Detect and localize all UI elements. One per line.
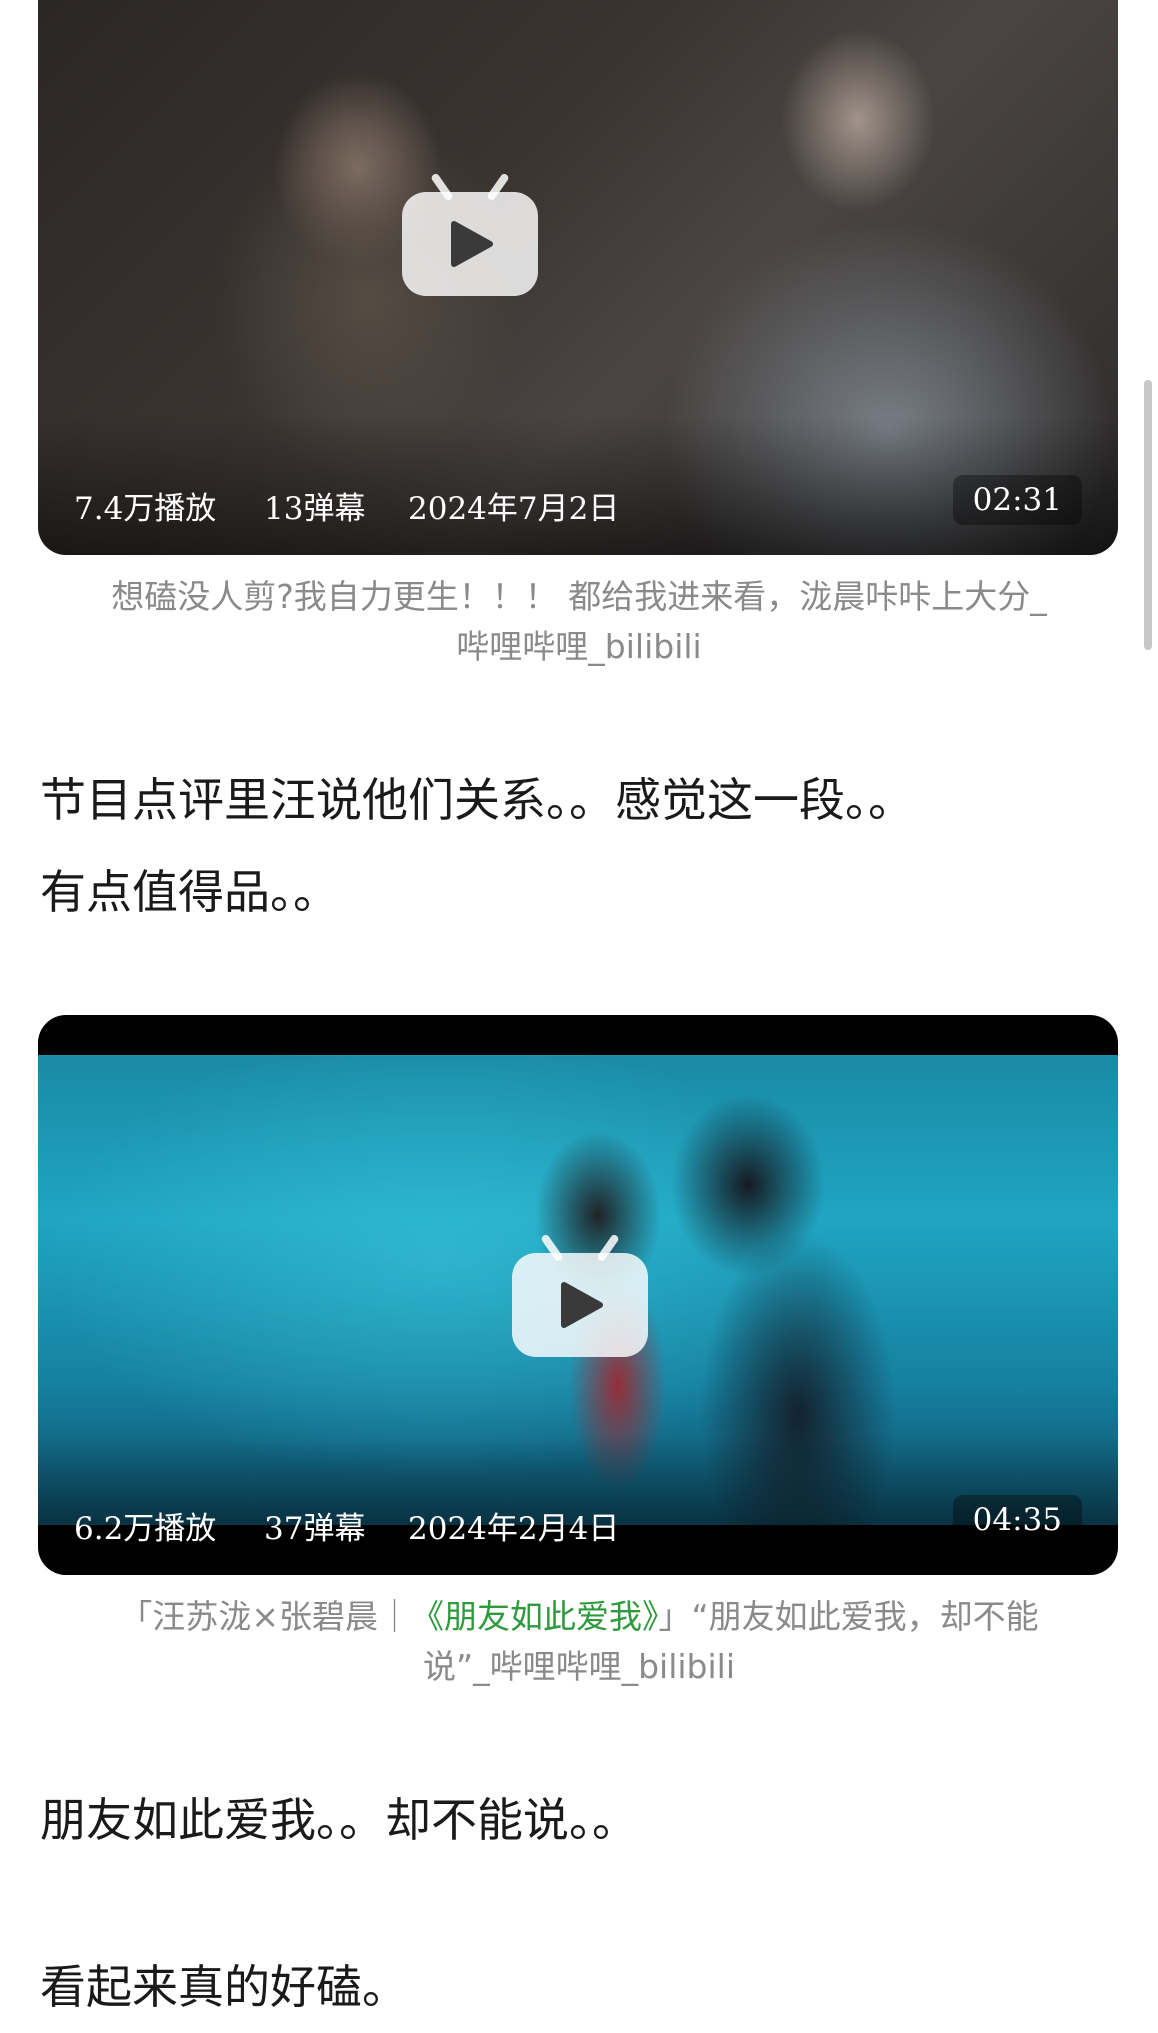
paragraph-line: 有点值得品。。 bbox=[40, 865, 339, 919]
publish-date: 2024年7月2日 bbox=[408, 491, 620, 527]
paragraph-line: 看起来真的好磕。 bbox=[40, 1960, 408, 2014]
danmaku-count: 37弹幕 bbox=[264, 1511, 366, 1547]
video-meta-row: 7.4万播放 13弹幕 2024年7月2日 02:31 bbox=[38, 475, 1118, 527]
play-triangle-icon bbox=[561, 1282, 603, 1328]
paragraph-line: 朋友如此爱我。。却不能说。。 bbox=[40, 1793, 638, 1847]
view-count: 7.4万播放 bbox=[74, 491, 217, 527]
caption-prefix: 「汪苏泷×张碧晨｜ bbox=[119, 1597, 412, 1636]
bilibili-play-icon[interactable] bbox=[512, 1233, 648, 1357]
video-duration: 02:31 bbox=[952, 475, 1082, 525]
play-triangle-icon bbox=[451, 221, 493, 267]
paragraph-line: 节目点评里汪说他们关系。。感觉这一段。。 bbox=[40, 773, 914, 827]
paragraph-2: 朋友如此爱我。。却不能说。。 bbox=[40, 1774, 1120, 1866]
caption-suffix: 」“朋友如此爱我，却不能 bbox=[658, 1597, 1039, 1636]
video-meta-row: 6.2万播放 37弹幕 2024年2月4日 04:35 bbox=[38, 1495, 1118, 1547]
caption-line-1[interactable]: 「汪苏泷×张碧晨｜《朋友如此爱我》」“朋友如此爱我，却不能 bbox=[40, 1592, 1118, 1642]
caption-line-1[interactable]: 想磕没人剪?我自力更生！！！ 都给我进来看，泷晨咔咔上大分_ bbox=[40, 572, 1118, 622]
video-card-1[interactable]: 7.4万播放 13弹幕 2024年7月2日 02:31 bbox=[38, 0, 1118, 555]
paragraph-1: 节目点评里汪说他们关系。。感觉这一段。。 有点值得品。。 bbox=[40, 754, 1120, 938]
tv-antenna-right-icon bbox=[486, 172, 510, 202]
publish-date: 2024年2月4日 bbox=[408, 1511, 620, 1547]
song-title-link[interactable]: 《朋友如此爱我》 bbox=[411, 1597, 659, 1636]
video-duration: 04:35 bbox=[952, 1495, 1082, 1545]
paragraph-3: 看起来真的好磕。 bbox=[40, 1941, 1120, 2033]
video-caption-2[interactable]: 「汪苏泷×张碧晨｜《朋友如此爱我》」“朋友如此爱我，却不能 说”_哔哩哔哩_bi… bbox=[40, 1592, 1118, 1692]
video-card-2[interactable]: 6.2万播放 37弹幕 2024年2月4日 04:35 bbox=[38, 1015, 1118, 1575]
caption-line-2[interactable]: 哔哩哔哩_bilibili bbox=[40, 622, 1118, 672]
tv-antenna-left-icon bbox=[430, 172, 454, 202]
danmaku-count: 13弹幕 bbox=[264, 491, 366, 527]
view-count: 6.2万播放 bbox=[74, 1511, 217, 1547]
caption-line-2[interactable]: 说”_哔哩哔哩_bilibili bbox=[40, 1642, 1118, 1692]
bilibili-play-icon[interactable] bbox=[402, 172, 538, 296]
video-caption-1[interactable]: 想磕没人剪?我自力更生！！！ 都给我进来看，泷晨咔咔上大分_ 哔哩哔哩_bili… bbox=[40, 572, 1118, 672]
article-page: 7.4万播放 13弹幕 2024年7月2日 02:31 想磕没人剪?我自力更生！… bbox=[0, 0, 1158, 2019]
scrollbar-thumb[interactable] bbox=[1144, 380, 1152, 650]
